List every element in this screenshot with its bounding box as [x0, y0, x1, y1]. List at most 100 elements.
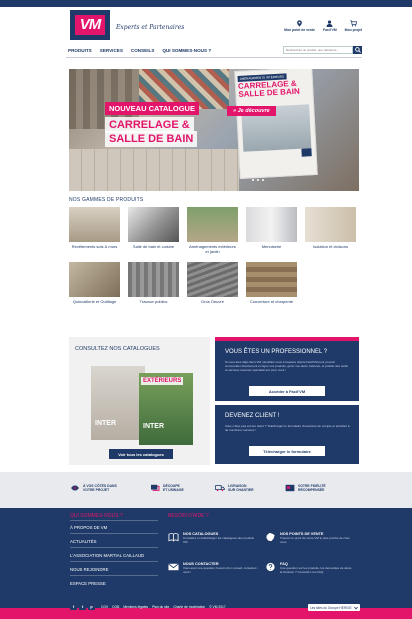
footer-divider: [70, 561, 158, 562]
catalogues-title: CONSULTEZ NOS CATALOGUES: [75, 346, 160, 352]
service-label: SUR CHANTIER: [228, 488, 254, 492]
handshake-icon: [71, 485, 79, 491]
gamme-image: [246, 207, 297, 242]
pinterest-icon[interactable]: p: [88, 603, 95, 610]
my-project-label: Mon projet: [344, 28, 362, 32]
header-links: Mon point de vente Facil'VM Mon projet: [284, 20, 362, 32]
nav-item-services[interactable]: SERVICES: [100, 48, 123, 53]
gamme-isolation[interactable]: Isolation et cloisons: [305, 207, 356, 258]
search-button[interactable]: [353, 46, 362, 54]
footer: QUI SOMMES-NOUS ? À PROPOS DE VM ACTUALI…: [0, 508, 412, 608]
discover-button[interactable]: » Je découvre: [227, 106, 276, 116]
gamme-label: Couverture et charpente: [249, 299, 294, 304]
hero-badge: NOUVEAU CATALOGUE: [105, 102, 199, 115]
client-text: Vous n'êtes pas encore client ? Téléchar…: [225, 424, 350, 432]
gamme-image: [187, 262, 238, 297]
facilvm-label: Facil'VM: [323, 28, 337, 32]
carousel-dot[interactable]: [252, 179, 254, 181]
help-desc: Consultez ou téléchargez les catalogues …: [183, 536, 255, 544]
catalogues-section: CONSULTEZ NOS CATALOGUES INTER EXTÉRIEUR…: [69, 337, 210, 465]
tagline: Experts et Partenaires: [116, 24, 185, 31]
my-project-link[interactable]: Mon projet: [345, 20, 362, 32]
gamme-menuiserie[interactable]: Menuiserie: [246, 207, 297, 258]
help-contact[interactable]: NOUS CONTACTER Vous avez une question, be…: [168, 562, 258, 574]
footer-col1-title: QUI SOMMES-NOUS ?: [70, 513, 123, 519]
client-section: DEVENEZ CLIENT ! Vous n'êtes pas encore …: [215, 405, 359, 464]
service-label: ET USINAGE: [163, 488, 184, 492]
all-catalogs-button[interactable]: Voir tous les catalogues: [109, 449, 173, 459]
gamme-image: [128, 262, 179, 297]
service-fidelite[interactable]: VOTRE FIDÉLITÉ RÉCOMPENSÉE: [285, 484, 326, 492]
group-sites-select[interactable]: Les sites du Groupe HERIGE: [308, 604, 360, 611]
gamme-image: [246, 262, 297, 297]
cart-icon: [350, 20, 357, 27]
group-sites-label: Les sites du Groupe HERIGE: [310, 605, 352, 610]
services-band: À VOS CÔTÉS DANS VOTRE PROJET DÉCOUPE ET U…: [0, 472, 412, 508]
user-icon: [326, 20, 333, 27]
gamme-salle-de-bain[interactable]: Salle de bain et cuisine: [128, 207, 179, 258]
client-title: DEVENEZ CLIENT !: [225, 413, 280, 419]
gamme-label: Isolation et cloisons: [313, 244, 348, 249]
pro-section: VOUS ÊTES UN PROFESSIONNEL ? Si vous ête…: [215, 341, 359, 401]
top-bar: [0, 0, 412, 7]
gamme-label: Gros Oeuvre: [201, 299, 224, 304]
gamme-travaux-publics[interactable]: Travaux publics: [128, 262, 179, 313]
search-input[interactable]: [283, 46, 353, 54]
gamme-label: Aménagements extérieurs et jardin: [189, 244, 236, 254]
footer-link-a-propos[interactable]: À PROPOS DE VM: [70, 525, 107, 530]
gamme-image: [128, 207, 179, 242]
carousel-dot[interactable]: [257, 179, 259, 181]
catalog-book-label: EXTÉRIEURS: [141, 377, 184, 385]
legal-link-cgb[interactable]: CGB: [112, 605, 119, 609]
help-desc: Trouvez le point de vente VM le plus pro…: [280, 536, 350, 544]
gamme-amenagements[interactable]: Aménagements extérieurs et jardin: [187, 207, 238, 258]
gamme-quincaillerie[interactable]: Quincaillerie et Outillage: [69, 262, 120, 313]
facilvm-link[interactable]: Facil'VM: [323, 20, 337, 32]
service-decoupe[interactable]: DÉCOUPE ET USINAGE: [150, 484, 184, 492]
pro-title: VOUS ÊTES UN PROFESSIONNEL ?: [225, 349, 328, 355]
footer-divider: [70, 575, 158, 576]
help-faq[interactable]: FAQ Une question sur les produits, les de…: [265, 562, 355, 574]
catalog-book-interieurs[interactable]: INTER: [91, 366, 145, 440]
gamme-gros-oeuvre[interactable]: Gros Oeuvre: [187, 262, 238, 313]
vm-logo[interactable]: VM: [70, 10, 110, 40]
footer-link-actualites[interactable]: ACTUALITÉS: [70, 539, 97, 544]
gamme-couverture[interactable]: Couverture et charpente: [246, 262, 297, 313]
twitter-icon[interactable]: t: [79, 603, 86, 610]
service-label: VOTRE PROJET: [83, 488, 110, 492]
pro-text: Si vous êtes déjà client VM, identifiez-…: [225, 360, 348, 372]
service-projet[interactable]: À VOS CÔTÉS DANS VOTRE PROJET: [70, 484, 117, 492]
copyright: © VM 2017: [209, 605, 226, 609]
legal-link-plan[interactable]: Plan du site: [152, 605, 169, 609]
gamme-image: [69, 262, 120, 297]
carousel-dot[interactable]: [262, 179, 264, 181]
legal-link-cgv[interactable]: CGV: [101, 605, 108, 609]
nav-item-produits[interactable]: PRODUITS: [68, 48, 92, 53]
help-points-de-vente[interactable]: NOS POINTS DE VENTE Trouvez le point de v…: [265, 532, 355, 544]
footer-divider: [70, 520, 158, 521]
facilvm-access-button[interactable]: Accéder à Facil'VM: [249, 386, 325, 396]
facebook-icon[interactable]: f: [70, 603, 77, 610]
legal-link-mentions[interactable]: Mentions légales: [123, 605, 148, 609]
gamme-label: Revêtements sols & murs: [71, 244, 118, 249]
footer-link-association[interactable]: L'ASSOCIATION MARTIAL CAILLAUD: [70, 553, 144, 558]
nav-item-conseils[interactable]: CONSEILS: [131, 48, 154, 53]
legal-links: CGV CGB Mentions légales Plan du site Ch…: [101, 605, 226, 609]
help-catalogues[interactable]: NOS CATALOGUES Consultez ou téléchargez l…: [168, 532, 258, 544]
truck-icon: [215, 485, 225, 492]
footer-link-presse[interactable]: ESPACE PRESSE: [70, 581, 106, 586]
store-locator-link[interactable]: Mon point de vente: [284, 20, 315, 32]
gamme-image: [187, 207, 238, 242]
service-livraison[interactable]: LIVRAISON SUR CHANTIER: [215, 484, 254, 492]
catalog-book-exterieurs[interactable]: EXTÉRIEURS INTER: [139, 373, 193, 445]
help-desc: Une question sur les produits, les deman…: [280, 566, 353, 574]
catalog-book-text: INTER: [95, 420, 116, 427]
nav-item-qui-sommes-nous[interactable]: QUI SOMMES-NOUS ?: [162, 48, 211, 53]
carousel-dots: [252, 179, 264, 181]
hero-banner[interactable]: NOUVEAU CATALOGUE CARRELAGE & SALLE DE B…: [69, 69, 359, 191]
legal-link-charte[interactable]: Charte de modération: [173, 605, 205, 609]
product-ranges: Revêtements sols & murs Salle de bain et…: [69, 207, 359, 313]
download-form-button[interactable]: Télécharger le formulaire: [249, 446, 325, 456]
footer-link-recrutement[interactable]: NOUS REJOINDRE: [70, 567, 108, 572]
gamme-revetements[interactable]: Revêtements sols & murs: [69, 207, 120, 258]
